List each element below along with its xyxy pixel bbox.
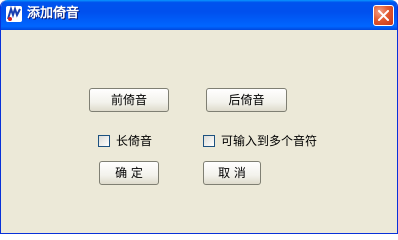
app-icon (6, 6, 22, 22)
multi-notes-checkbox[interactable]: 可输入到多个音符 (203, 133, 317, 149)
dialog-title: 添加倚音 (27, 6, 80, 21)
front-grace-note-button[interactable]: 前倚音 (89, 88, 169, 112)
close-button[interactable] (373, 5, 394, 26)
multi-notes-checkbox-box[interactable] (203, 135, 215, 147)
title-bar[interactable]: 添加倚音 (1, 0, 397, 30)
cancel-button[interactable]: 取 消 (203, 161, 261, 185)
long-grace-note-checkbox-box[interactable] (98, 135, 110, 147)
close-icon (378, 10, 389, 21)
multi-notes-label: 可输入到多个音符 (221, 134, 318, 148)
long-grace-note-checkbox[interactable]: 长倚音 (98, 133, 152, 149)
ok-button[interactable]: 确 定 (99, 161, 159, 185)
add-grace-note-dialog: 添加倚音 前倚音 后倚音 长倚音 可输入到多个音符 确 定 取 消 (0, 0, 398, 234)
long-grace-note-label: 长倚音 (116, 134, 153, 148)
back-grace-note-button[interactable]: 后倚音 (206, 88, 287, 112)
